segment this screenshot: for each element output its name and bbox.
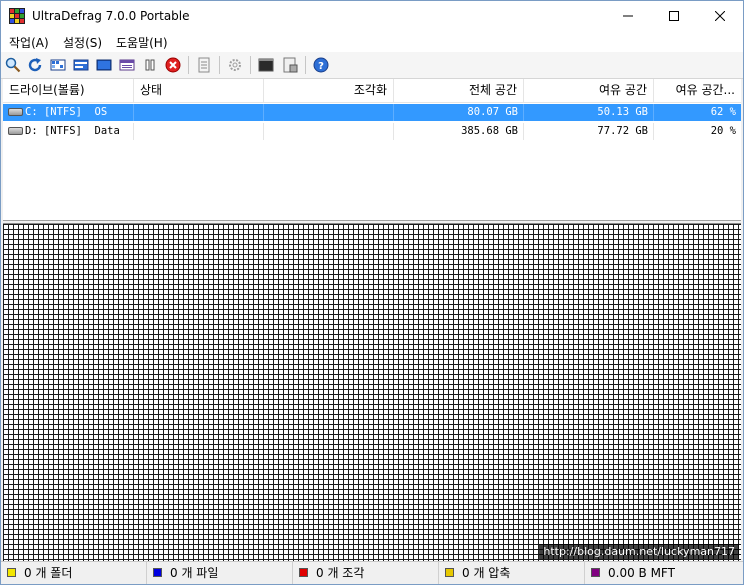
app-icon [9,8,25,24]
report-icon[interactable] [196,57,212,73]
status-mft-label: 0.00 B MFT [608,566,675,580]
status-mft: 0.00 B MFT [585,562,743,584]
drive-list-header: 드라이브(볼륨) 상태 조각화 전체 공간 여유 공간 여유 공간... [3,79,741,103]
status-files-label: 0 개 파일 [170,566,219,580]
status-fragments: 0 개 조각 [293,562,439,584]
drive-row-c[interactable]: C: [NTFS] OS 80.07 GB 50.13 GB 62 % [3,104,741,121]
drive-status [134,104,264,121]
maximize-button[interactable] [651,1,697,31]
drive-list[interactable]: 드라이브(볼륨) 상태 조각화 전체 공간 여유 공간 여유 공간... C: … [3,79,741,221]
toolbar-separator [250,56,251,74]
help-icon[interactable]: ? [313,57,329,73]
title-bar[interactable]: UltraDefrag 7.0.0 Portable [1,1,743,31]
column-header-total-space[interactable]: 전체 공간 [394,79,524,102]
boot-script-icon[interactable] [282,57,298,73]
column-header-free-percent[interactable]: 여유 공간... [654,79,741,102]
svg-text:?: ? [318,61,324,72]
drive-status [134,123,264,140]
drive-icon [8,108,23,116]
settings-icon[interactable] [227,57,243,73]
cluster-map[interactable]: http://blog.daum.net/luckyman717 [3,223,741,561]
file-color-swatch [153,568,162,577]
drive-fragmentation [264,123,394,140]
drive-volume-cell: D: [NTFS] Data [3,123,134,140]
stop-icon[interactable] [165,57,181,73]
status-compressed: 0 개 압축 [439,562,585,584]
maximize-icon [669,11,679,21]
column-header-free-space[interactable]: 여유 공간 [524,79,654,102]
drive-icon [8,127,23,135]
defrag-icon[interactable] [50,57,66,73]
compressed-color-swatch [445,568,454,577]
status-folders-label: 0 개 폴더 [24,566,73,580]
status-files: 0 개 파일 [147,562,293,584]
pause-icon[interactable] [142,57,158,73]
status-compressed-label: 0 개 압축 [462,566,511,580]
status-fragments-label: 0 개 조각 [316,566,365,580]
menu-help[interactable]: 도움말(H) [116,34,168,51]
drive-volume: D: [NTFS] Data [25,125,120,137]
drive-volume: C: [NTFS] OS [25,106,108,118]
fragment-color-swatch [299,568,308,577]
folder-color-swatch [7,568,16,577]
toolbar: ? [1,52,743,79]
watermark-text: http://blog.daum.net/luckyman717 [539,544,739,559]
toolbar-separator [305,56,306,74]
toolbar-separator [188,56,189,74]
status-bar: 0 개 폴더 0 개 파일 0 개 조각 0 개 압축 0.00 B MFT [1,561,743,584]
toolbar-separator [219,56,220,74]
column-header-fragmentation[interactable]: 조각화 [264,79,394,102]
drive-free-space: 77.72 GB [524,123,654,140]
minimize-icon [623,15,633,17]
window-title: UltraDefrag 7.0.0 Portable [32,9,190,23]
column-header-status[interactable]: 상태 [134,79,264,102]
drive-total-space: 80.07 GB [394,104,524,121]
status-folders: 0 개 폴더 [1,562,147,584]
app-window: UltraDefrag 7.0.0 Portable 작업(A) 설정(S) 도… [0,0,744,585]
drive-row-d[interactable]: D: [NTFS] Data 385.68 GB 77.72 GB 20 % [3,123,741,140]
drive-fragmentation [264,104,394,121]
close-icon [715,11,725,21]
search-icon[interactable] [5,57,21,73]
full-optimize-icon[interactable] [96,57,112,73]
menu-bar: 작업(A) 설정(S) 도움말(H) [1,31,743,52]
terminal-icon[interactable] [258,57,274,73]
drive-total-space: 385.68 GB [394,123,524,140]
drive-volume-cell: C: [NTFS] OS [3,104,134,121]
refresh-icon[interactable] [27,57,43,73]
drive-free-percent: 20 % [710,125,736,137]
drive-free-space: 50.13 GB [524,104,654,121]
quick-optimize-icon[interactable] [73,57,89,73]
menu-action[interactable]: 작업(A) [9,34,49,51]
close-button[interactable] [697,1,743,31]
minimize-button[interactable] [605,1,651,31]
mft-optimize-icon[interactable] [119,57,135,73]
column-header-volume[interactable]: 드라이브(볼륨) [3,79,134,102]
drive-free-percent: 62 % [710,106,736,118]
menu-settings[interactable]: 설정(S) [63,34,102,51]
mft-color-swatch [591,568,600,577]
